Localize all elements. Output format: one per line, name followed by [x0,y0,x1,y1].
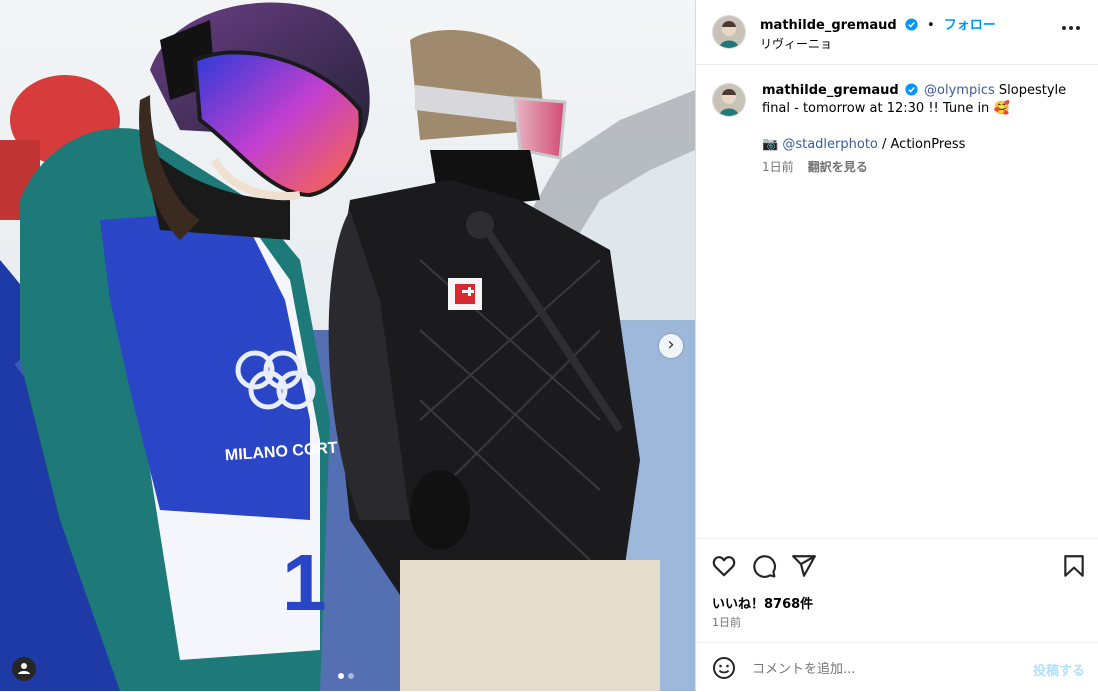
post-header: mathilde_gremaud • フォロー リヴィーニョ [696,0,1098,65]
bib-number: 1 [282,538,327,627]
post-media[interactable]: MILANO CORT 1 › [0,0,695,691]
post-comment-button[interactable]: 投稿する [1033,660,1085,679]
next-arrow-button[interactable]: › [659,334,683,358]
comment-button[interactable] [751,553,777,579]
follow-button[interactable]: フォロー [944,18,996,33]
likes-count[interactable]: いいね！8768件 [712,593,813,612]
avatar[interactable] [712,15,746,49]
emoji-icon [713,657,735,679]
action-bar [696,538,1098,591]
verified-badge-icon [905,18,918,31]
emoji-button[interactable] [712,656,736,680]
mention-stadlerphoto-link[interactable]: @stadlerphoto [782,137,878,152]
caption-timestamp[interactable]: 1日前 [762,160,794,174]
share-button[interactable] [791,553,817,579]
location-link[interactable]: リヴィーニョ [760,35,832,52]
tagged-users-button[interactable] [12,657,36,681]
post-photo: MILANO CORT 1 [0,0,695,691]
post-timestamp[interactable]: 1日前 [712,614,741,630]
username[interactable]: mathilde_gremaud [760,18,897,33]
more-horizontal-icon [1062,26,1080,30]
save-button[interactable] [1061,553,1087,579]
profile-picture [713,16,745,48]
photo-credit: / ActionPress [877,137,966,152]
heart-icon [712,556,736,577]
chevron-right-icon: › [667,334,675,355]
more-options-button[interactable] [1061,20,1081,36]
comment-icon [753,555,777,578]
see-translation-button[interactable]: 翻訳を見る [808,160,868,174]
profile-picture [713,84,745,116]
camera-emoji: 📷 [762,137,779,152]
caption-username[interactable]: mathilde_gremaud [762,83,899,98]
user-tag-icon [18,663,30,674]
carousel-dot-active [338,673,344,679]
separator-dot: • [926,18,935,33]
comment-input[interactable] [750,657,1014,681]
bookmark-icon [1064,555,1084,577]
comment-box: 投稿する [696,642,1098,692]
caption: mathilde_gremaud @olympics Slopestyle fi… [696,64,1098,538]
smiling-hearts-emoji: 🥰 [993,101,1010,116]
carousel-dot [348,673,354,679]
caption-text: mathilde_gremaud @olympics Slopestyle fi… [762,82,1080,177]
caption-avatar[interactable] [712,83,746,117]
like-button[interactable] [711,553,737,579]
post-panel: mathilde_gremaud • フォロー リヴィーニョ mathilde_… [695,0,1098,691]
verified-badge-icon [905,83,918,96]
carousel-dots [338,673,354,679]
mention-olympics-link[interactable]: @olympics [924,83,995,98]
share-icon [792,555,816,577]
